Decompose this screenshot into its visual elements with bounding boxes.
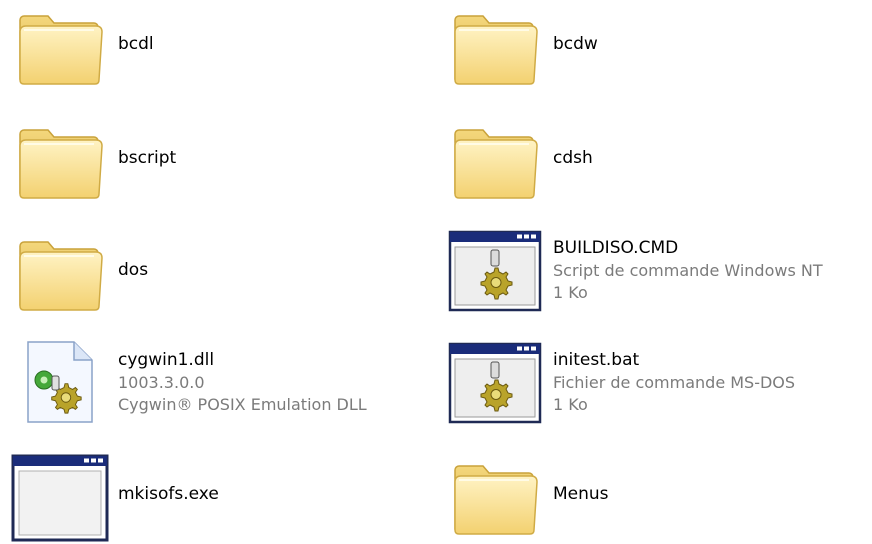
file-item[interactable]: initest.bat Fichier de commande MS-DOS 1… (445, 332, 865, 432)
folder-icon (445, 108, 545, 208)
file-item[interactable]: cygwin1.dll 1003.3.0.0 Cygwin® POSIX Emu… (10, 332, 430, 432)
file-item[interactable]: dos (10, 220, 430, 320)
file-type: Script de commande Windows NT (553, 261, 823, 280)
file-name: mkisofs.exe (118, 484, 219, 504)
file-name: bcdw (553, 34, 598, 54)
file-text: bscript (118, 108, 176, 208)
folder-icon (445, 444, 545, 544)
file-name: cygwin1.dll (118, 350, 215, 370)
file-version: 1003.3.0.0 (118, 373, 205, 392)
file-name: cdsh (553, 148, 593, 168)
folder-icon (445, 0, 545, 94)
file-item[interactable]: bcdl (10, 0, 430, 94)
file-name: bscript (118, 148, 177, 168)
file-text: bcdl (118, 0, 154, 94)
file-text: mkisofs.exe (118, 444, 219, 544)
file-item[interactable]: cdsh (445, 108, 865, 208)
folder-icon (10, 220, 110, 320)
file-description: Cygwin® POSIX Emulation DLL (118, 395, 367, 414)
file-text: BUILDISO.CMD Script de commande Windows … (553, 220, 823, 320)
file-item[interactable]: Menus (445, 444, 865, 544)
batch-file-icon (445, 332, 545, 432)
file-item[interactable]: BUILDISO.CMD Script de commande Windows … (445, 220, 865, 320)
file-type: Fichier de commande MS-DOS (553, 373, 796, 392)
file-text: cygwin1.dll 1003.3.0.0 Cygwin® POSIX Emu… (118, 332, 367, 432)
file-text: initest.bat Fichier de commande MS-DOS 1… (553, 332, 795, 432)
file-text: bcdw (553, 0, 598, 94)
file-item[interactable]: bscript (10, 108, 430, 208)
batch-file-icon (445, 220, 545, 320)
file-text: dos (118, 220, 148, 320)
file-size: 1 Ko (553, 283, 588, 302)
folder-icon (10, 0, 110, 94)
file-text: cdsh (553, 108, 593, 208)
file-name: dos (118, 260, 149, 280)
dll-file-icon (10, 332, 110, 432)
file-name: initest.bat (553, 350, 640, 370)
file-text: Menus (553, 444, 609, 544)
file-name: BUILDISO.CMD (553, 238, 679, 258)
file-item[interactable]: bcdw (445, 0, 865, 94)
file-size: 1 Ko (553, 395, 588, 414)
file-name: Menus (553, 484, 609, 504)
folder-icon (10, 108, 110, 208)
application-icon (10, 444, 110, 544)
file-item[interactable]: mkisofs.exe (10, 444, 430, 544)
file-name: bcdl (118, 34, 154, 54)
